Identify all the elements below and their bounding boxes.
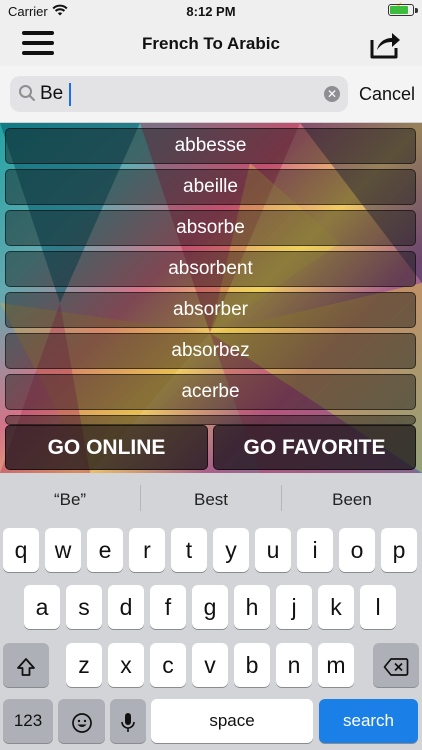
keyboard: “Be” Best Been q w e r t y u i o p a s d… — [0, 473, 422, 750]
dictation-key[interactable] — [110, 699, 146, 743]
key-h[interactable]: h — [234, 585, 270, 629]
suggestion-item[interactable]: Been — [282, 490, 422, 510]
microphone-icon — [121, 712, 135, 732]
key-j[interactable]: j — [276, 585, 312, 629]
key-w[interactable]: w — [45, 528, 81, 572]
emoji-key[interactable] — [58, 699, 105, 743]
key-i[interactable]: i — [297, 528, 333, 572]
key-f[interactable]: f — [150, 585, 186, 629]
key-x[interactable]: x — [108, 643, 144, 687]
backspace-icon — [383, 658, 409, 676]
key-s[interactable]: s — [66, 585, 102, 629]
status-bar: Carrier 8:12 PM ⚡ — [0, 0, 422, 22]
key-g[interactable]: g — [192, 585, 228, 629]
list-item[interactable]: absorbent — [5, 251, 416, 287]
search-input[interactable]: Be — [40, 83, 320, 105]
key-c[interactable]: c — [150, 643, 186, 687]
key-r[interactable]: r — [129, 528, 165, 572]
delete-key[interactable] — [373, 643, 419, 687]
numbers-key[interactable]: 123 — [3, 699, 53, 743]
key-t[interactable]: t — [171, 528, 207, 572]
nav-bar: French To Arabic — [0, 22, 422, 66]
page-title: French To Arabic — [142, 34, 280, 53]
key-z[interactable]: z — [66, 643, 102, 687]
list-item[interactable]: abbesse — [5, 128, 416, 164]
search-bar: Be ✕ Cancel — [0, 66, 422, 123]
search-icon — [19, 85, 35, 101]
key-o[interactable]: o — [339, 528, 375, 572]
key-q[interactable]: q — [3, 528, 39, 572]
list-item-partial — [5, 415, 416, 425]
key-k[interactable]: k — [318, 585, 354, 629]
key-e[interactable]: e — [87, 528, 123, 572]
key-a[interactable]: a — [24, 585, 60, 629]
list-item[interactable]: acerbe — [5, 374, 416, 410]
shift-icon — [17, 658, 35, 676]
search-field[interactable]: Be ✕ — [10, 76, 348, 112]
share-icon[interactable] — [368, 28, 402, 60]
key-m[interactable]: m — [318, 643, 354, 687]
key-u[interactable]: u — [255, 528, 291, 572]
results-panel: abbesse abeille absorbe absorbent absorb… — [0, 123, 422, 473]
list-item[interactable]: absorber — [5, 292, 416, 328]
suggestion-item[interactable]: Best — [141, 490, 281, 510]
emoji-icon — [71, 713, 92, 733]
key-p[interactable]: p — [381, 528, 417, 572]
space-key[interactable]: space — [151, 699, 313, 743]
list-item[interactable]: absorbez — [5, 333, 416, 369]
cancel-button[interactable]: Cancel — [359, 84, 415, 105]
search-key[interactable]: search — [319, 699, 418, 743]
clear-icon[interactable]: ✕ — [324, 86, 340, 102]
list-item[interactable]: abeille — [5, 169, 416, 205]
key-b[interactable]: b — [234, 643, 270, 687]
suggestion-bar: “Be” Best Been — [0, 473, 422, 525]
battery-icon — [388, 4, 414, 16]
text-cursor — [69, 83, 71, 106]
suggestion-item[interactable]: “Be” — [0, 490, 140, 510]
key-v[interactable]: v — [192, 643, 228, 687]
key-y[interactable]: y — [213, 528, 249, 572]
list-item[interactable]: absorbe — [5, 210, 416, 246]
status-time: 8:12 PM — [186, 4, 236, 19]
go-favorite-button[interactable]: GO FAVORITE — [213, 425, 416, 470]
shift-key[interactable] — [3, 643, 49, 687]
key-d[interactable]: d — [108, 585, 144, 629]
go-online-button[interactable]: GO ONLINE — [5, 425, 208, 470]
key-n[interactable]: n — [276, 643, 312, 687]
key-l[interactable]: l — [360, 585, 396, 629]
